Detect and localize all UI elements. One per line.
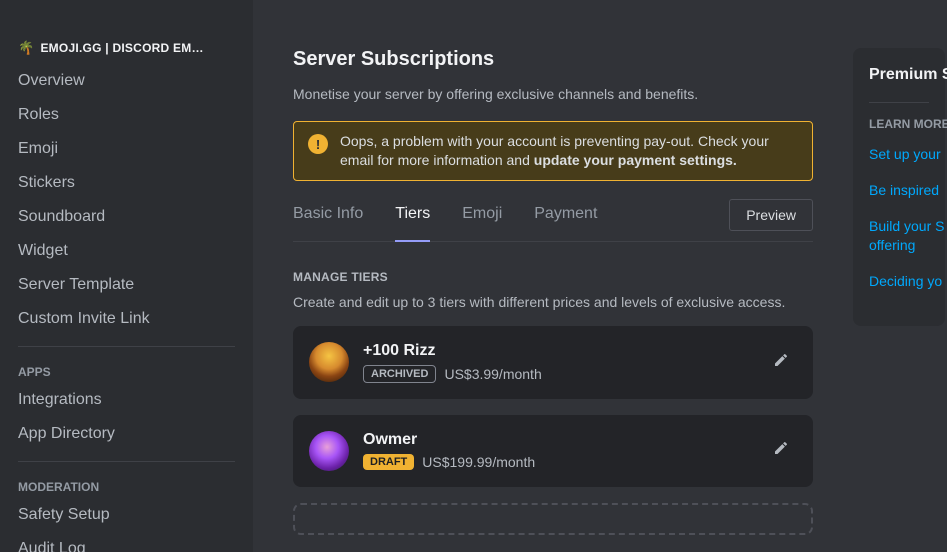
tier-card: +100 Rizz ARCHIVED US$3.99/month — [293, 326, 813, 399]
right-panel: Premium S Learn More Set up your Be inspi… — [853, 48, 945, 552]
tier-price: US$3.99/month — [444, 366, 541, 382]
sidebar-item-stickers[interactable]: Stickers — [8, 166, 245, 200]
sidebar-item-custom-invite-link[interactable]: Custom Invite Link — [8, 302, 245, 336]
server-name-header: 🌴 EMOJI.GG | DISCORD EM… — [8, 40, 245, 64]
sidebar-apps-header: Apps — [8, 357, 245, 383]
tier-avatar — [309, 342, 349, 382]
tiers-list: +100 Rizz ARCHIVED US$3.99/month Owmer DRAFT… — [293, 326, 813, 487]
sidebar-moderation-group: Safety SetupAudit Log — [8, 498, 245, 552]
learn-more-link[interactable]: Be inspired — [869, 181, 929, 199]
sidebar-moderation-header: Moderation — [8, 472, 245, 498]
settings-sidebar: 🌴 EMOJI.GG | DISCORD EM… OverviewRolesEm… — [0, 0, 253, 552]
tier-name: Owmer — [363, 431, 751, 449]
tabs-row: Basic InfoTiersEmojiPayment Preview — [293, 205, 813, 242]
tier-body: +100 Rizz ARCHIVED US$3.99/month — [363, 342, 751, 383]
tier-card: Owmer DRAFT US$199.99/month — [293, 415, 813, 487]
alert-text: Oops, a problem with your account is pre… — [340, 132, 798, 170]
pencil-icon — [773, 440, 789, 461]
tier-body: Owmer DRAFT US$199.99/month — [363, 431, 751, 470]
palm-tree-icon: 🌴 — [18, 40, 34, 56]
tier-avatar — [309, 431, 349, 471]
sidebar-item-app-directory[interactable]: App Directory — [8, 417, 245, 451]
learn-more-label: Learn More — [869, 117, 929, 131]
tab-emoji[interactable]: Emoji — [462, 205, 502, 241]
tier-status-badge: ARCHIVED — [363, 365, 436, 383]
sidebar-item-overview[interactable]: Overview — [8, 64, 245, 98]
premium-card: Premium S Learn More Set up your Be inspi… — [853, 48, 945, 326]
edit-tier-button[interactable] — [765, 435, 797, 467]
divider — [18, 461, 235, 462]
warning-icon: ! — [308, 134, 328, 154]
sidebar-item-audit-log[interactable]: Audit Log — [8, 532, 245, 552]
pencil-icon — [773, 352, 789, 373]
content-column: Server Subscriptions Monetise your serve… — [293, 48, 813, 552]
preview-button[interactable]: Preview — [729, 199, 813, 231]
learn-more-links: Set up your Be inspired Build your Sofferi… — [869, 145, 929, 290]
sidebar-item-roles[interactable]: Roles — [8, 98, 245, 132]
divider — [869, 102, 929, 103]
sidebar-main-group: OverviewRolesEmojiStickersSoundboardWidg… — [8, 64, 245, 336]
page-subtitle: Monetise your server by offering exclusi… — [293, 85, 813, 103]
tier-name: +100 Rizz — [363, 342, 751, 360]
sidebar-item-widget[interactable]: Widget — [8, 234, 245, 268]
sidebar-item-integrations[interactable]: Integrations — [8, 383, 245, 417]
learn-more-link[interactable]: Deciding yo — [869, 272, 929, 290]
server-name-text: EMOJI.GG | DISCORD EM… — [40, 41, 203, 55]
tab-payment[interactable]: Payment — [534, 205, 597, 241]
sidebar-item-soundboard[interactable]: Soundboard — [8, 200, 245, 234]
tier-meta: ARCHIVED US$3.99/month — [363, 365, 751, 383]
learn-more-link[interactable]: Set up your — [869, 145, 929, 163]
page-title: Server Subscriptions — [293, 48, 813, 71]
sidebar-item-emoji[interactable]: Emoji — [8, 132, 245, 166]
payout-alert: ! Oops, a problem with your account is p… — [293, 121, 813, 181]
premium-title: Premium S — [869, 66, 929, 84]
learn-more-link[interactable]: Build your Soffering — [869, 217, 929, 253]
update-payment-link[interactable]: update your payment settings. — [534, 152, 737, 168]
tier-status-badge: DRAFT — [363, 454, 414, 470]
tab-tiers[interactable]: Tiers — [395, 205, 430, 241]
manage-tiers-desc: Create and edit up to 3 tiers with diffe… — [293, 294, 813, 310]
sidebar-item-server-template[interactable]: Server Template — [8, 268, 245, 302]
divider — [18, 346, 235, 347]
tier-meta: DRAFT US$199.99/month — [363, 454, 751, 470]
main-content: Server Subscriptions Monetise your serve… — [253, 0, 947, 552]
sidebar-apps-group: IntegrationsApp Directory — [8, 383, 245, 451]
manage-tiers-label: Manage Tiers — [293, 270, 813, 284]
sidebar-item-safety-setup[interactable]: Safety Setup — [8, 498, 245, 532]
tab-basic-info[interactable]: Basic Info — [293, 205, 363, 241]
add-tier-placeholder[interactable] — [293, 503, 813, 535]
edit-tier-button[interactable] — [765, 346, 797, 378]
tabs: Basic Info Tiers Emoji Payment — [293, 205, 729, 241]
tier-price: US$199.99/month — [422, 454, 535, 470]
